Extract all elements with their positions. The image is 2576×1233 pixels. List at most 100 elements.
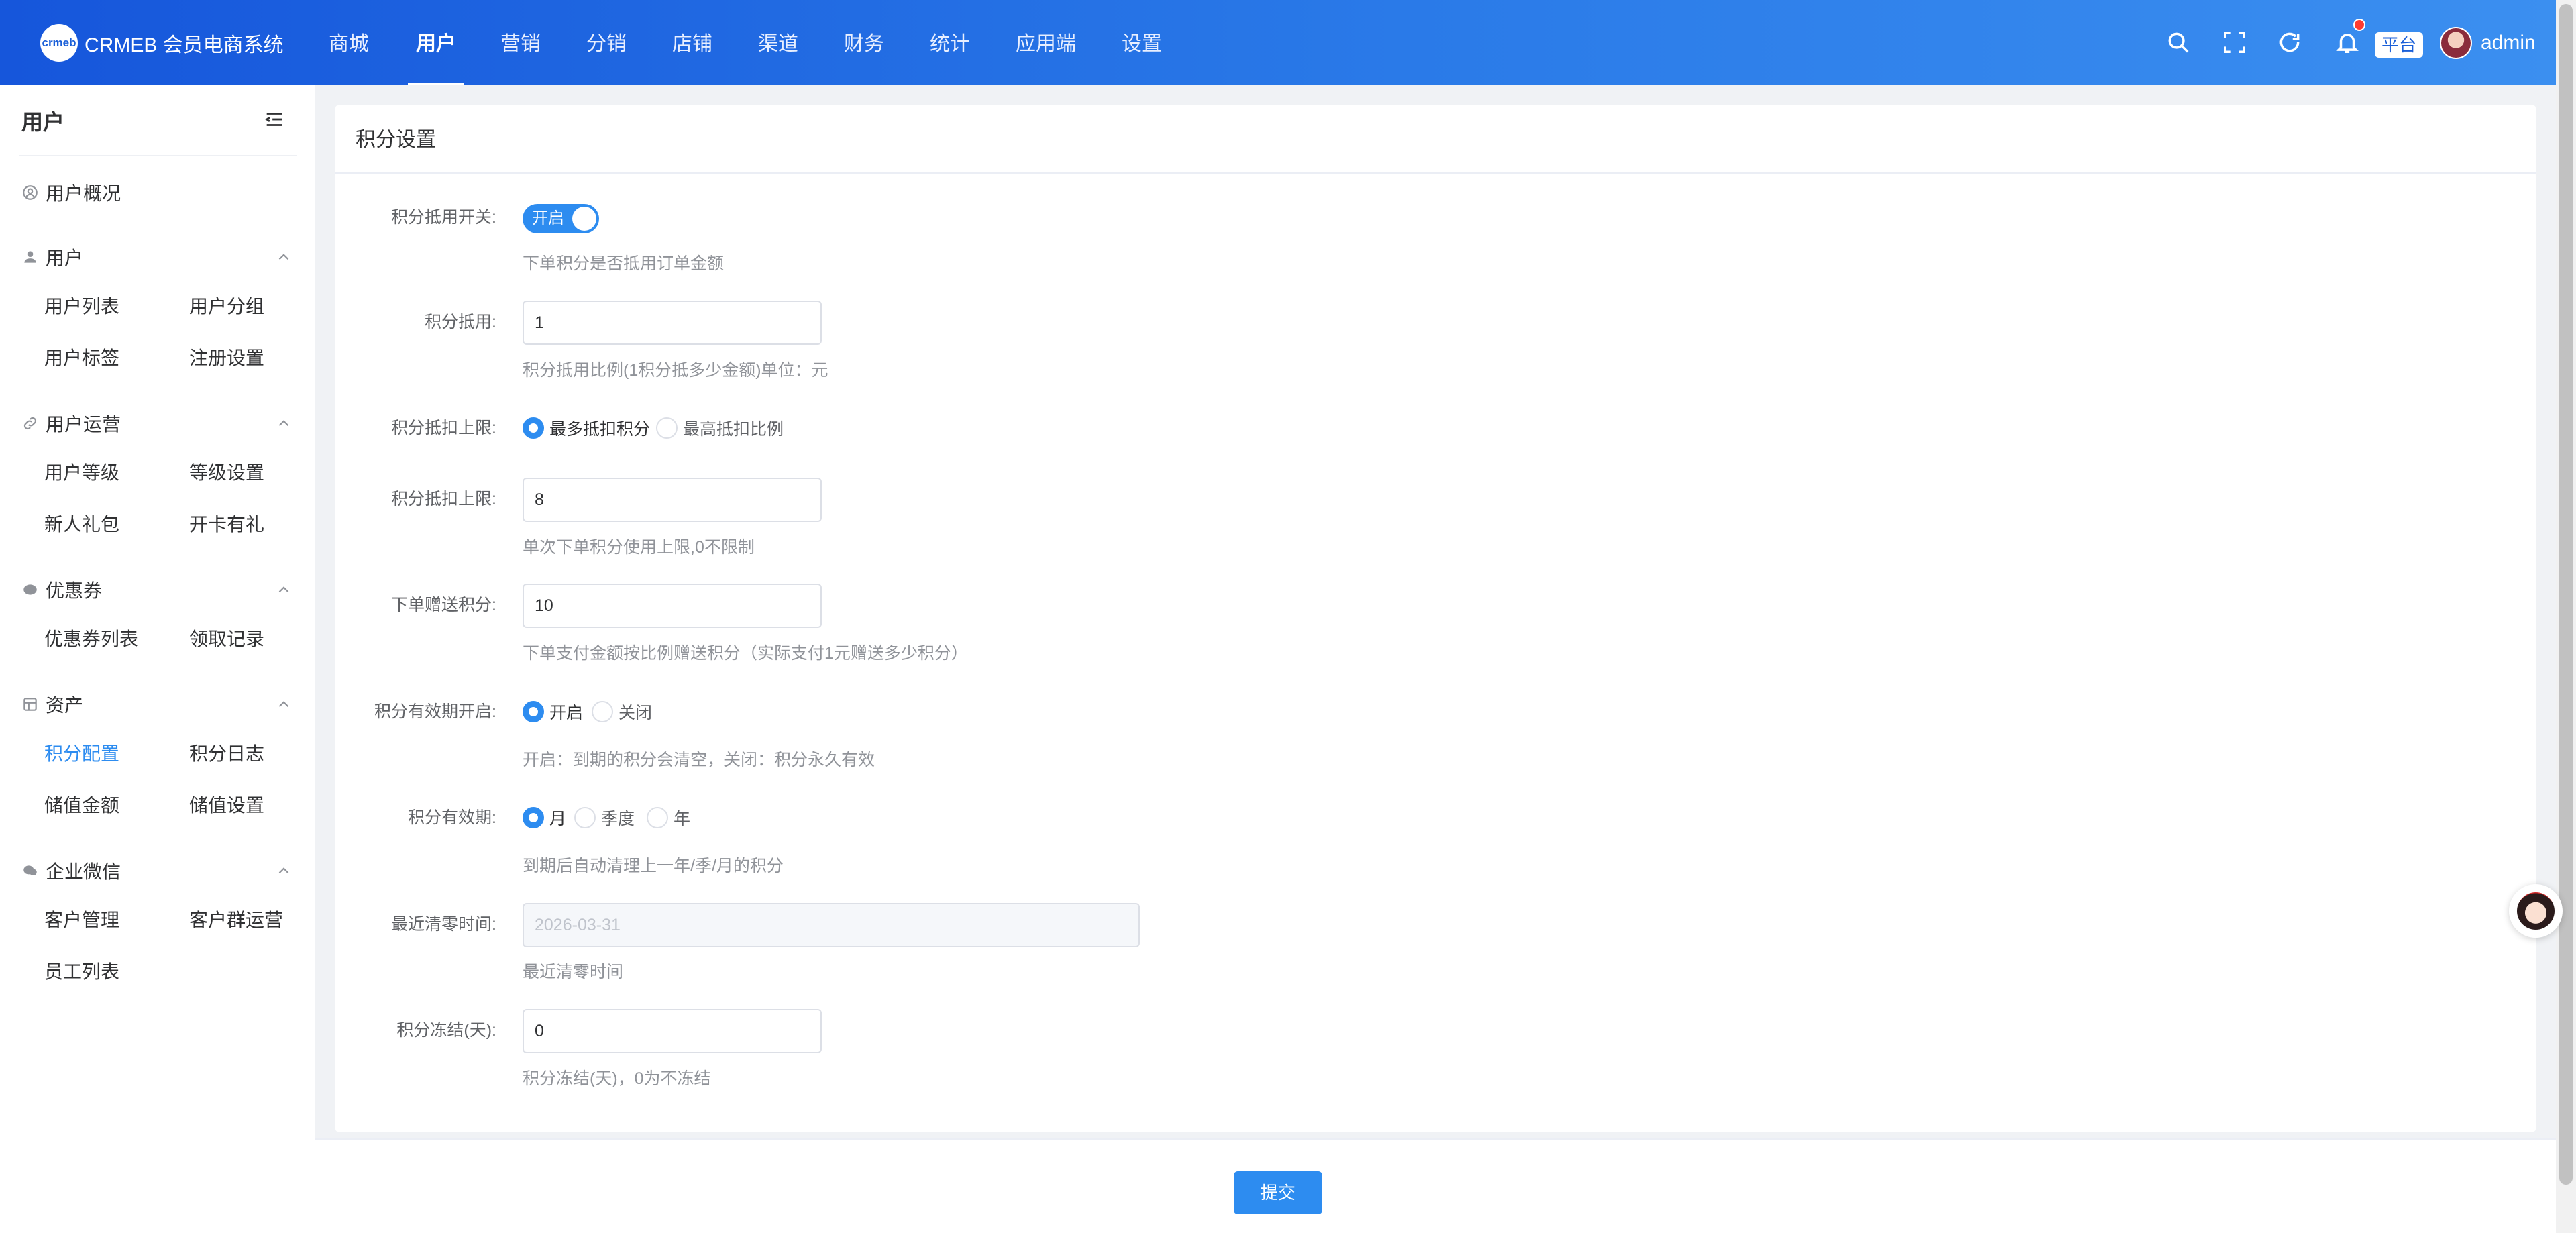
customer-service-button[interactable] bbox=[2509, 884, 2563, 938]
switch-knob bbox=[572, 207, 596, 231]
topnav-item-settings[interactable]: 设置 bbox=[1122, 0, 1162, 85]
form-footer bbox=[315, 1138, 2556, 1233]
sidebar-item-customer-group-ops[interactable]: 客户群运营 bbox=[189, 907, 283, 934]
sidebar-item-user-level[interactable]: 用户等级 bbox=[44, 460, 119, 486]
wechat-icon bbox=[21, 862, 39, 879]
order-gift-points-input[interactable]: 10 bbox=[523, 584, 822, 628]
sidebar-item-card-gift[interactable]: 开卡有礼 bbox=[189, 511, 264, 538]
customer-service-avatar bbox=[2517, 892, 2555, 930]
points-limit-input[interactable]: 8 bbox=[523, 478, 822, 522]
form-hint: 开启：到期的积分会清空，关闭：积分永久有效 bbox=[523, 751, 875, 769]
sidebar-item-user-tag[interactable]: 用户标签 bbox=[44, 345, 119, 372]
fullscreen-icon[interactable] bbox=[2222, 30, 2247, 55]
radio-period-month[interactable]: 月 bbox=[523, 804, 566, 831]
user-name[interactable]: admin bbox=[2481, 30, 2536, 56]
topnav-item-store[interactable]: 店铺 bbox=[672, 0, 712, 85]
sidebar-group-label: 企业微信 bbox=[46, 861, 121, 882]
scrollbar-thumb[interactable] bbox=[2559, 4, 2573, 1185]
active-tab-indicator bbox=[408, 83, 464, 85]
chevron-up-icon[interactable] bbox=[275, 415, 292, 432]
sidebar-item-overview[interactable]: 用户概况 bbox=[21, 179, 121, 206]
sidebar-item-points-config[interactable]: 积分配置 bbox=[44, 741, 119, 767]
radio-expire-on[interactable]: 开启 bbox=[523, 698, 583, 725]
topnav-item-marketing[interactable]: 营销 bbox=[500, 0, 541, 85]
sidebar-group-user-operation[interactable]: 用户运营 bbox=[21, 410, 121, 437]
topnav-item-mall[interactable]: 商城 bbox=[329, 0, 369, 85]
topnav-item-distribution[interactable]: 分销 bbox=[586, 0, 627, 85]
submit-button[interactable]: 提交 bbox=[1234, 1171, 1322, 1214]
sidebar-item-newcomer-gift[interactable]: 新人礼包 bbox=[44, 511, 119, 538]
form-label: 积分有效期开启: bbox=[374, 702, 496, 721]
topnav-item-statistics[interactable]: 统计 bbox=[930, 0, 970, 85]
platform-tag[interactable]: 平台 bbox=[2375, 32, 2424, 58]
notification-dot bbox=[2353, 19, 2365, 31]
form-label: 积分抵扣上限: bbox=[391, 490, 496, 508]
form-label: 下单赠送积分: bbox=[391, 596, 496, 614]
points-freeze-days-input[interactable]: 0 bbox=[523, 1009, 822, 1053]
sidebar-group-user[interactable]: 用户 bbox=[21, 244, 83, 270]
radio-label: 最高抵扣比例 bbox=[683, 420, 784, 439]
sidebar-item-points-log[interactable]: 积分日志 bbox=[189, 741, 264, 767]
sidebar-group-assets[interactable]: 资产 bbox=[21, 691, 83, 718]
sidebar-title: 用户 bbox=[21, 110, 65, 134]
user-circle-icon bbox=[21, 184, 39, 201]
sidebar-item-customer-manage[interactable]: 客户管理 bbox=[44, 907, 119, 934]
sidebar-item-user-group[interactable]: 用户分组 bbox=[189, 293, 264, 320]
page-title: 积分设置 bbox=[356, 129, 436, 151]
last-clear-time-input: 2026-03-31 bbox=[523, 903, 1140, 947]
sidebar-group-wecom[interactable]: 企业微信 bbox=[21, 857, 121, 884]
radio-label: 年 bbox=[674, 810, 691, 828]
radio-period-year[interactable]: 年 bbox=[647, 804, 690, 831]
radio-max-points[interactable]: 最多抵扣积分 bbox=[523, 415, 650, 441]
radio-label: 月 bbox=[549, 810, 567, 828]
points-deduction-switch[interactable]: 开启 bbox=[523, 204, 599, 233]
asset-icon bbox=[21, 696, 39, 713]
form-hint: 单次下单积分使用上限,0不限制 bbox=[523, 538, 755, 557]
radio-expire-off[interactable]: 关闭 bbox=[592, 698, 652, 725]
sidebar-item-claim-records[interactable]: 领取记录 bbox=[189, 626, 264, 653]
sidebar-group-coupon[interactable]: 优惠券 bbox=[21, 576, 102, 603]
user-icon bbox=[21, 248, 39, 266]
topnav-item-user[interactable]: 用户 bbox=[408, 0, 464, 85]
topnav-item-channel[interactable]: 渠道 bbox=[758, 0, 798, 85]
sidebar-item-register-settings[interactable]: 注册设置 bbox=[189, 345, 264, 372]
chevron-up-icon[interactable] bbox=[275, 248, 292, 266]
form-label: 积分有效期: bbox=[408, 808, 496, 827]
radio-unchecked-icon bbox=[592, 701, 613, 722]
sidebar-item-user-list[interactable]: 用户列表 bbox=[44, 293, 119, 320]
radio-unchecked-icon bbox=[656, 417, 678, 439]
sidebar-item-staff-list[interactable]: 员工列表 bbox=[44, 959, 119, 985]
radio-period-quarter[interactable]: 季度 bbox=[574, 804, 635, 831]
chevron-up-icon[interactable] bbox=[275, 581, 292, 598]
points-ratio-input[interactable]: 1 bbox=[523, 301, 822, 345]
refresh-icon[interactable] bbox=[2277, 30, 2302, 55]
form-hint: 最近清零时间 bbox=[523, 963, 624, 981]
sidebar-item-coupon-list[interactable]: 优惠券列表 bbox=[44, 626, 138, 653]
app-logo[interactable]: crmeb CRMEB 会员电商系统 bbox=[40, 23, 284, 63]
form-hint: 到期后自动清理上一年/季/月的积分 bbox=[523, 857, 784, 875]
radio-unchecked-icon bbox=[574, 807, 596, 828]
radio-checked-icon bbox=[523, 701, 544, 722]
sidebar-item-stored-amount[interactable]: 储值金额 bbox=[44, 792, 119, 819]
sidebar-group-label: 用户运营 bbox=[46, 414, 121, 435]
sidebar: 用户 用户概况 用户 用户列表 用户分组 用户标签 注册设置 用户运营 用户等级… bbox=[0, 85, 315, 1233]
chevron-up-icon[interactable] bbox=[275, 696, 292, 713]
link-icon bbox=[21, 415, 39, 432]
sidebar-group-label: 资产 bbox=[46, 695, 84, 716]
sidebar-item-label: 用户概况 bbox=[46, 183, 121, 204]
avatar[interactable] bbox=[2440, 27, 2472, 59]
topnav-item-app[interactable]: 应用端 bbox=[1016, 0, 1076, 85]
radio-label: 最多抵扣积分 bbox=[549, 420, 651, 439]
sidebar-item-stored-settings[interactable]: 储值设置 bbox=[189, 792, 264, 819]
radio-max-ratio[interactable]: 最高抵扣比例 bbox=[656, 415, 784, 441]
search-icon[interactable] bbox=[2165, 30, 2191, 55]
form-label: 最近清零时间: bbox=[391, 915, 496, 934]
topnav-item-finance[interactable]: 财务 bbox=[844, 0, 884, 85]
bell-icon[interactable] bbox=[2334, 30, 2360, 55]
sidebar-item-level-settings[interactable]: 等级设置 bbox=[189, 460, 264, 486]
form-label: 积分抵用: bbox=[425, 313, 496, 331]
menu-collapse-icon[interactable] bbox=[263, 108, 286, 131]
radio-label: 开启 bbox=[549, 704, 584, 722]
sidebar-divider bbox=[19, 155, 297, 156]
chevron-up-icon[interactable] bbox=[275, 862, 292, 879]
